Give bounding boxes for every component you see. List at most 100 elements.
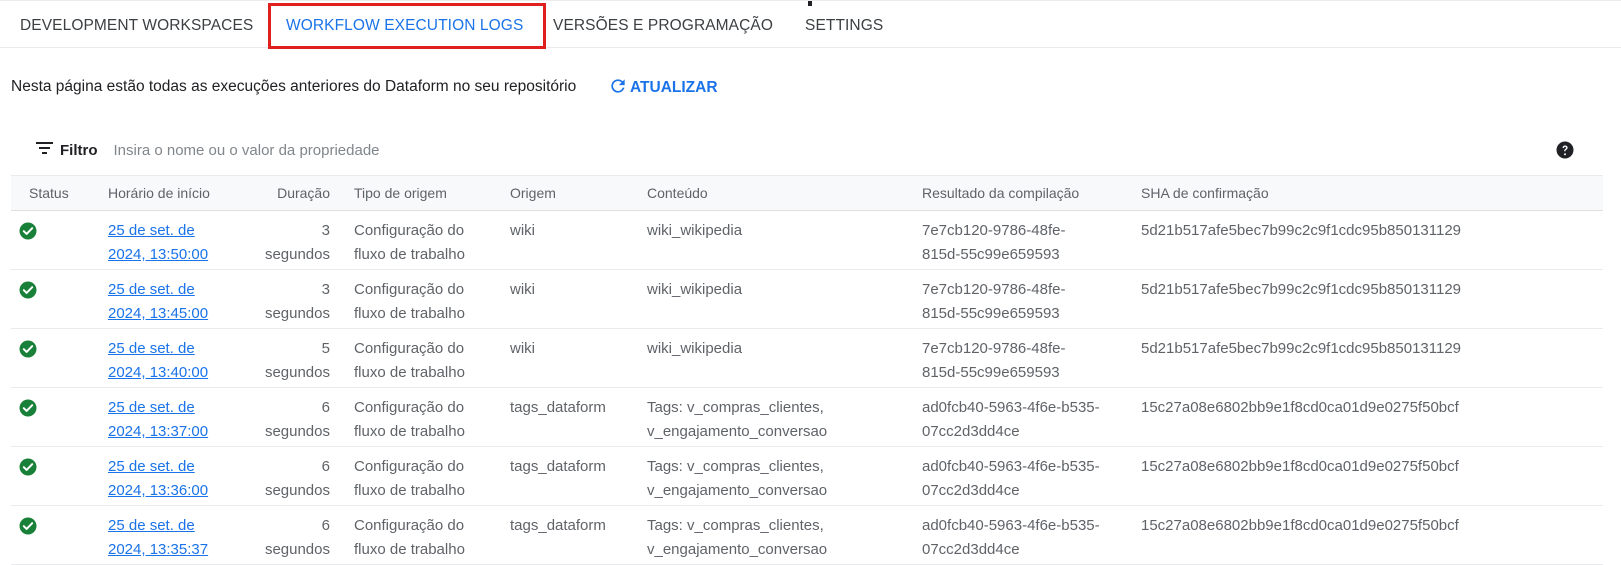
tab-development-workspaces[interactable]: DEVELOPMENT WORKSPACES [20,1,253,49]
filter-input[interactable] [113,141,514,159]
execution-link[interactable]: 25 de set. de 2024, 13:40:00 [108,337,242,385]
source-type-line1: Configuração do [354,222,465,239]
commit-sha-text: 15c27a08e6802bb9e1f8cd0ca01d9e0275f50bcf [1141,399,1459,416]
refresh-button[interactable]: ATUALIZAR [608,76,718,100]
commit-sha-text: 15c27a08e6802bb9e1f8cd0ca01d9e0275f50bcf [1141,517,1459,534]
duration-unit: segundos [264,541,330,558]
content-cell: Tags: v_compras_clientes, v_engajamento_c… [639,446,914,506]
success-check-icon [19,399,37,417]
execution-link[interactable]: 25 de set. de 2024, 13:45:00 [108,278,242,326]
filter-label: Filtro [60,141,98,159]
content-line1: wiki_wikipedia [647,281,743,298]
execution-link[interactable]: 25 de set. de 2024, 13:35:37 [108,514,242,562]
table-row[interactable]: 25 de set. de 2024, 13:37:00 6 segundos Conf… [11,387,1603,447]
compilation-line1: ad0fcb40-5963-4f6e-b535- [922,399,1100,416]
source-text: tags_dataform [510,517,606,534]
compilation-line2: 07cc2d3dd4ce [922,423,1020,440]
column-header-status[interactable]: Status [11,175,100,211]
start-time-line: 2024, 13:45:00 [108,305,209,322]
duration-cell: 3 segundos [242,210,346,270]
source-type-line2: fluxo de trabalho [354,423,465,440]
compilation-line1: 7e7cb120-9786-48fe- [922,222,1066,239]
duration-unit: segundos [264,246,330,263]
duration-value: 3 [321,222,330,239]
duration-value: 6 [321,458,330,475]
duration-value: 6 [321,399,330,416]
commit-sha-cell: 15c27a08e6802bb9e1f8cd0ca01d9e0275f50bcf [1133,446,1603,506]
execution-link[interactable]: 25 de set. de 2024, 13:36:00 [108,455,242,503]
content-line2: v_engajamento_conversao [647,541,828,558]
column-header-source-type[interactable]: Tipo de origem [346,175,502,211]
tab-settings[interactable]: SETTINGS [805,1,883,49]
filter-bar: Filtro [36,138,514,162]
compilation-line2: 07cc2d3dd4ce [922,541,1020,558]
table-row[interactable]: 25 de set. de 2024, 13:35:37 6 segundos Conf… [11,505,1603,565]
content-line1: Tags: v_compras_clientes, [647,517,824,534]
table-row[interactable]: 25 de set. de 2024, 13:40:00 5 segundos Conf… [11,328,1603,388]
source-type-cell: Configuração do fluxo de trabalho [346,505,502,565]
compilation-line1: ad0fcb40-5963-4f6e-b535- [922,458,1100,475]
column-header-duration[interactable]: Duração [242,175,346,211]
source-type-line1: Configuração do [354,281,465,298]
compilation-result-cell: 7e7cb120-9786-48fe- 815d-55c99e659593 [914,269,1133,329]
success-check-icon [19,281,37,299]
source-cell: wiki [502,269,639,329]
compilation-result-cell: ad0fcb40-5963-4f6e-b535- 07cc2d3dd4ce [914,446,1133,506]
start-time-cell: 25 de set. de 2024, 13:40:00 [100,328,242,388]
compilation-line1: ad0fcb40-5963-4f6e-b535- [922,517,1100,534]
status-cell [11,505,100,565]
start-time-cell: 25 de set. de 2024, 13:36:00 [100,446,242,506]
compilation-result-cell: ad0fcb40-5963-4f6e-b535- 07cc2d3dd4ce [914,505,1133,565]
column-header-compilation-result[interactable]: Resultado da compilação [914,175,1133,211]
success-check-icon [19,517,37,535]
source-type-line2: fluxo de trabalho [354,364,465,381]
status-cell [11,387,100,447]
execution-link[interactable]: 25 de set. de 2024, 13:37:00 [108,396,242,444]
content-cell: wiki_wikipedia [639,210,914,270]
content-line1: wiki_wikipedia [647,222,743,239]
table-row[interactable]: 25 de set. de 2024, 13:36:00 6 segundos Conf… [11,446,1603,506]
compilation-line1: 7e7cb120-9786-48fe- [922,340,1066,357]
status-cell [11,210,100,270]
execution-link[interactable]: 25 de set. de 2024, 13:50:00 [108,219,242,267]
source-type-line1: Configuração do [354,517,465,534]
duration-cell: 6 segundos [242,387,346,447]
refresh-label: ATUALIZAR [630,79,718,96]
table-header-row: Status Horário de início Duração Tipo de… [11,175,1603,211]
column-header-start-time[interactable]: Horário de início [100,175,242,211]
table-row[interactable]: 25 de set. de 2024, 13:45:00 3 segundos Conf… [11,269,1603,329]
tab-versoes-e-programacao[interactable]: VERSÕES E PROGRAMAÇÃO [553,1,773,49]
content-line1: Tags: v_compras_clientes, [647,399,824,416]
duration-cell: 6 segundos [242,446,346,506]
commit-sha-text: 5d21b517afe5bec7b99c2c9f1cdc95b850131129 [1141,222,1462,239]
source-type-line2: fluxo de trabalho [354,246,465,263]
source-type-line1: Configuração do [354,340,465,357]
compilation-result-cell: 7e7cb120-9786-48fe- 815d-55c99e659593 [914,210,1133,270]
start-time-cell: 25 de set. de 2024, 13:37:00 [100,387,242,447]
source-type-line2: fluxo de trabalho [354,305,465,322]
duration-unit: segundos [264,305,330,322]
compilation-line2: 07cc2d3dd4ce [922,482,1020,499]
help-icon[interactable] [1556,141,1574,159]
column-header-commit-sha[interactable]: SHA de confirmação [1133,175,1603,211]
content-cell: wiki_wikipedia [639,328,914,388]
table-row[interactable]: 25 de set. de 2024, 13:50:00 3 segundos Conf… [11,210,1603,270]
start-time-cell: 25 de set. de 2024, 13:45:00 [100,269,242,329]
commit-sha-cell: 5d21b517afe5bec7b99c2c9f1cdc95b850131129 [1133,328,1603,388]
commit-sha-text: 15c27a08e6802bb9e1f8cd0ca01d9e0275f50bcf [1141,458,1459,475]
status-cell [11,328,100,388]
filter-icon[interactable] [36,141,54,159]
start-time-cell: 25 de set. de 2024, 13:35:37 [100,505,242,565]
start-date-line: 25 de set. de [108,458,195,475]
column-header-content[interactable]: Conteúdo [639,175,914,211]
source-cell: tags_dataform [502,387,639,447]
source-type-line1: Configuração do [354,458,465,475]
start-date-line: 25 de set. de [108,222,195,239]
compilation-result-cell: ad0fcb40-5963-4f6e-b535- 07cc2d3dd4ce [914,387,1133,447]
column-header-source[interactable]: Origem [502,175,639,211]
duration-cell: 6 segundos [242,505,346,565]
source-cell: wiki [502,210,639,270]
compilation-result-cell: 7e7cb120-9786-48fe- 815d-55c99e659593 [914,328,1133,388]
success-check-icon [19,222,37,240]
start-date-line: 25 de set. de [108,399,195,416]
